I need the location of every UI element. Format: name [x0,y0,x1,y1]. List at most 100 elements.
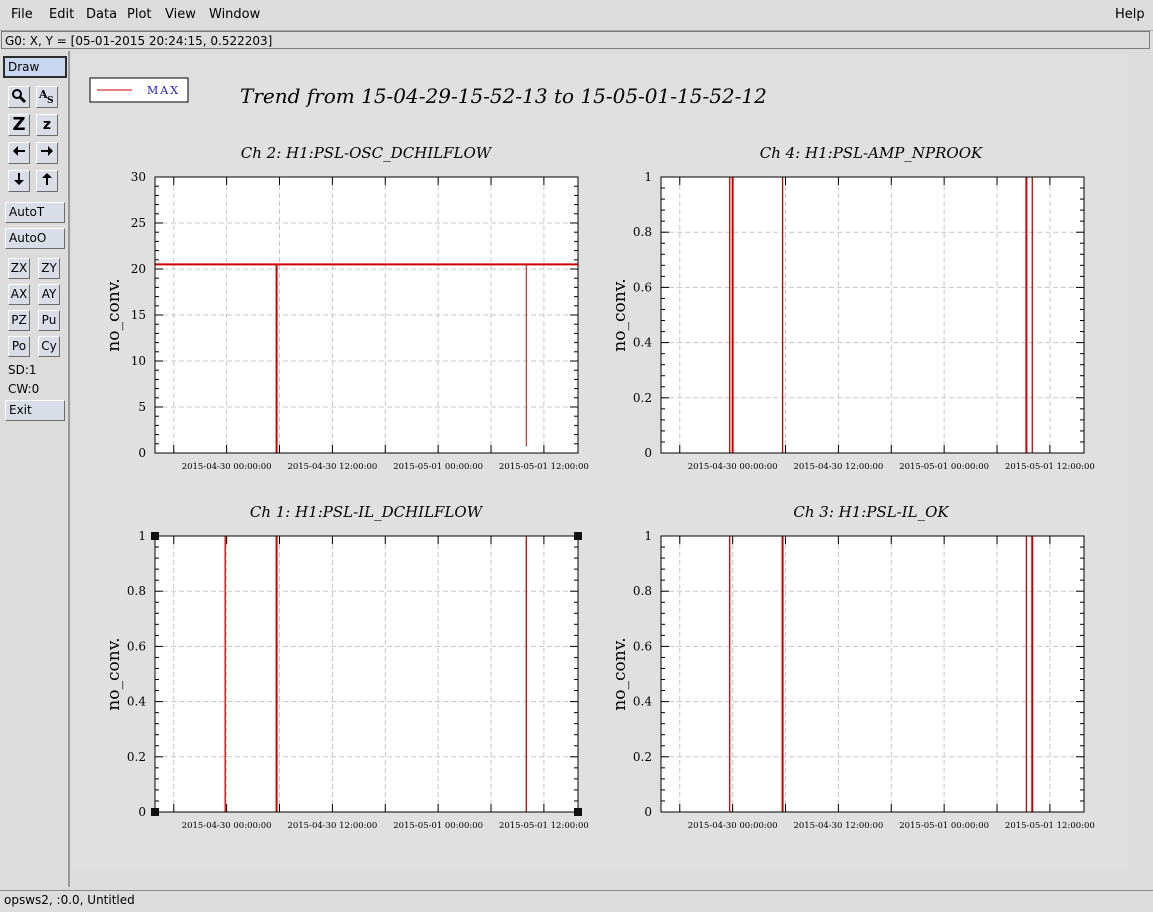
chart-title: Ch 1: H1:PSL-IL_DCHILFLOW [250,503,484,521]
coordinate-readout-bar: G0: X, Y = [05-01-2015 20:24:15, 0.52220… [1,31,1150,49]
chart-panel: Ch 4: H1:PSL-AMP_NPROOK no_conv. 0 0.2 0.4 0.… [610,144,1095,472]
zoom-z-small-button[interactable]: z [36,114,58,136]
y-tick-label: 0.4 [633,695,652,709]
x-tick-label: 2015-04-30 12:00:00 [793,821,883,831]
chart-title: Ch 4: H1:PSL-AMP_NPROOK [760,144,983,162]
menu-help[interactable]: Help [1115,7,1145,22]
y-tick-label: 25 [131,216,146,230]
menu-window[interactable]: Window [209,7,260,22]
x-tick-label: 2015-04-30 00:00:00 [182,821,272,831]
x-tick-label: 2015-05-01 12:00:00 [1005,821,1095,831]
exit-button[interactable]: Exit [5,400,65,421]
pu-button[interactable]: Pu [38,310,60,331]
arrow-up-icon[interactable] [36,170,58,192]
y-tick-label: 0.6 [633,639,652,653]
y-tick-label: 0.4 [633,336,652,350]
po-button[interactable]: Po [8,336,30,357]
y-tick-label: 0 [644,805,652,819]
y-tick-label: 0.8 [127,584,146,598]
y-tick-label: 0.6 [127,639,146,653]
cy-button[interactable]: Cy [38,336,60,357]
plot-canvas[interactable]: MAX Trend from 15-04-29-15-52-13 to 15-0… [72,54,1128,870]
zx-button[interactable]: ZX [8,258,30,279]
y-tick-label: 0.6 [633,280,652,294]
y-tick-label: 0.8 [633,584,652,598]
plot-area[interactable]: MAX Trend from 15-04-29-15-52-13 to 15-0… [72,54,1128,870]
zy-button[interactable]: ZY [38,258,60,279]
zoom-z-big-button[interactable]: Z [8,114,30,136]
chart-title: Ch 3: H1:PSL-IL_OK [793,503,949,521]
cw-label: CW:0 [8,382,40,396]
x-tick-label: 2015-05-01 12:00:00 [499,462,589,472]
y-tick-label: 0.8 [633,225,652,239]
auto-o-button[interactable]: AutoO [5,228,65,249]
y-tick-label: 1 [644,170,652,184]
chart-title: Ch 2: H1:PSL-OSC_DCHILFLOW [241,144,493,162]
y-tick-label: 10 [131,354,146,368]
selection-handle [151,808,159,816]
svg-text:S: S [47,96,54,105]
x-tick-label: 2015-04-30 12:00:00 [287,821,377,831]
menu-edit[interactable]: Edit [49,7,74,22]
selection-handle [574,808,582,816]
x-tick-label: 2015-05-01 00:00:00 [899,462,989,472]
status-text: opsws2, :0.0, Untitled [4,893,135,907]
arrow-down-icon[interactable] [8,170,30,192]
plot-background [661,177,1084,453]
x-tick-label: 2015-04-30 00:00:00 [182,462,272,472]
y-tick-label: 0.2 [633,750,652,764]
y-tick-label: 0 [644,446,652,460]
ax-button[interactable]: AX [8,284,30,305]
x-tick-label: 2015-05-01 00:00:00 [393,821,483,831]
arrow-right-icon[interactable] [36,142,58,164]
y-tick-label: 20 [131,262,146,276]
x-tick-label: 2015-04-30 12:00:00 [287,462,377,472]
y-tick-label: 5 [138,400,146,414]
x-tick-label: 2015-04-30 00:00:00 [688,462,778,472]
x-tick-label: 2015-05-01 00:00:00 [899,821,989,831]
menu-bar: File Edit Data Plot View Window Help [0,0,1153,31]
magnifier-icon[interactable] [8,86,30,108]
y-tick-label: 0 [138,446,146,460]
y-tick-label: 0 [138,805,146,819]
plot-background [661,536,1084,812]
y-axis-label: no_conv. [610,637,630,710]
y-axis-label: no_conv. [104,637,124,710]
status-bar: opsws2, :0.0, Untitled [0,890,1153,912]
menu-file[interactable]: File [11,7,33,22]
y-tick-label: 30 [131,170,146,184]
menu-view[interactable]: View [165,7,196,22]
chart-panel: Ch 2: H1:PSL-OSC_DCHILFLOW no_conv. 0 5 10 15… [104,144,589,472]
draw-button[interactable]: Draw [3,56,67,78]
chart-panel: Ch 1: H1:PSL-IL_DCHILFLOW no_conv. 0 0.2 0.4… [104,503,589,831]
menu-data[interactable]: Data [86,7,117,22]
left-toolbar: Draw AS Z z AutoT AutoO ZX ZY AX AY PZ P… [0,51,70,887]
legend-label: MAX [147,84,180,97]
chart-panel: Ch 3: H1:PSL-IL_OK no_conv. 0 0.2 0.4 0.6 0.8 1… [610,503,1095,831]
ay-button[interactable]: AY [38,284,60,305]
selection-handle [574,532,582,540]
y-tick-label: 0.2 [127,750,146,764]
text-style-icon[interactable]: AS [36,86,58,108]
y-axis-label: no_conv. [104,278,124,351]
legend: MAX [89,77,189,103]
auto-t-button[interactable]: AutoT [5,202,65,223]
y-tick-label: 0.4 [127,695,146,709]
y-tick-label: 1 [138,529,146,543]
arrow-left-icon[interactable] [8,142,30,164]
y-tick-label: 15 [131,308,146,322]
pz-button[interactable]: PZ [8,310,30,331]
x-tick-label: 2015-05-01 12:00:00 [499,821,589,831]
y-tick-label: 0.2 [633,391,652,405]
x-tick-label: 2015-04-30 12:00:00 [793,462,883,472]
menu-plot[interactable]: Plot [127,7,152,22]
selection-handle [151,532,159,540]
sd-label: SD:1 [8,363,37,377]
y-tick-label: 1 [644,529,652,543]
page-title: Trend from 15-04-29-15-52-13 to 15-05-01… [240,84,767,108]
coordinate-readout: G0: X, Y = [05-01-2015 20:24:15, 0.52220… [5,34,273,48]
x-tick-label: 2015-04-30 00:00:00 [688,821,778,831]
x-tick-label: 2015-05-01 00:00:00 [393,462,483,472]
x-tick-label: 2015-05-01 12:00:00 [1005,462,1095,472]
y-axis-label: no_conv. [610,278,630,351]
